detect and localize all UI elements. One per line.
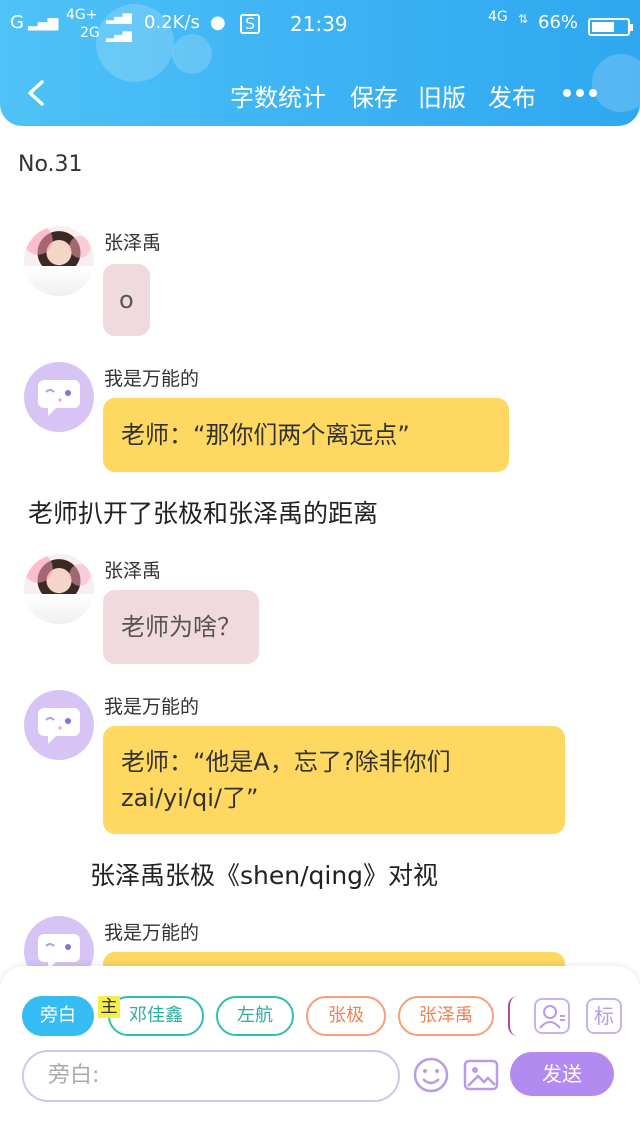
back-icon[interactable] [22,78,52,108]
signal-icon: ▂▄▆ [106,10,132,24]
signal-icon: ▂▄▆ [106,28,132,42]
network-label: 4G+ [66,7,98,23]
chapter-number: No.31 [18,152,83,177]
decor-bubble [172,34,212,74]
carrier-label: G [10,12,24,33]
avatar[interactable] [24,554,94,624]
image-icon[interactable] [462,1056,500,1094]
tag-button[interactable]: 标 [586,998,622,1034]
word-count-button[interactable]: 字数统计 [230,78,326,113]
send-button[interactable]: 发送 [510,1052,614,1096]
role-chip[interactable]: 张极 [306,996,386,1036]
network-speed: 0.2K/s [144,12,200,33]
emoji-icon[interactable] [412,1056,450,1094]
add-character-button[interactable] [534,998,570,1034]
narration-text[interactable]: 老师扒开了张极和张泽禹的距离 [28,494,378,530]
speaker-name: 我是万能的 [104,696,200,718]
role-chip[interactable]: 邓佳鑫 [108,996,204,1036]
more-icon[interactable] [562,88,598,98]
avatar[interactable] [24,226,94,296]
battery-percent: 66% [538,12,579,33]
message-line: zai/yi/qi/了” [121,784,259,812]
network-label: 2G [80,25,100,41]
chat-face-icon [38,380,80,416]
role-chip[interactable]: 左航 [216,996,294,1036]
clock: 21:39 [290,12,348,36]
data-arrows-icon: ⇅ [518,12,529,26]
speaker-name: 张泽禹 [104,232,162,254]
role-chip[interactable]: 张泽禹 [398,996,494,1036]
role-chip-narration[interactable]: 旁白 [22,996,94,1036]
narration-text[interactable]: 张泽禹张极《shen/qing》对视 [90,856,438,892]
battery-fill [592,22,615,32]
message-bubble[interactable]: 老师：“他是A，忘了?除非你们 zai/yi/qi/了” [103,726,565,834]
save-button[interactable]: 保存 [350,78,398,113]
input-panel: 旁白 邓佳鑫 主 左航 张极 张泽禹 标 旁白: 发送 [0,966,640,1138]
speaker-name: 张泽禹 [104,560,162,582]
message-line: 老师：“他是A，忘了?除非你们 [121,748,451,776]
battery-icon [588,18,633,36]
message-input[interactable]: 旁白: [22,1050,400,1102]
message-bubble[interactable]: 老师为啥？ [103,590,259,664]
old-version-button[interactable]: 旧版 [418,78,466,113]
signal-icon: ▂▄▆ [28,15,58,31]
person-icon [539,1005,565,1029]
nav-bar: 字数统计 保存 旧版 发布 [0,74,640,114]
message-bubble[interactable]: o [103,264,150,336]
publish-button[interactable]: 发布 [488,78,536,113]
message-bubble[interactable]: 老师：“那你们两个离远点” [103,398,509,472]
network-label: 4G [488,9,508,25]
status-bar: G ▂▄▆ 4G+ ▂▄▆ 2G ▂▄▆ 0.2K/s ● S 21:39 4G… [0,6,640,42]
wechat-icon: ● [210,12,226,33]
speaker-name: 我是万能的 [104,922,200,944]
app-header: G ▂▄▆ 4G+ ▂▄▆ 2G ▂▄▆ 0.2K/s ● S 21:39 4G… [0,0,640,126]
avatar[interactable] [24,362,94,432]
lead-role-mark: 主 [98,996,120,1018]
avatar[interactable] [24,690,94,760]
app-notification-icon: S [240,14,261,34]
role-chip[interactable] [508,996,518,1036]
speaker-name: 我是万能的 [104,368,200,390]
chat-face-icon [38,708,80,744]
